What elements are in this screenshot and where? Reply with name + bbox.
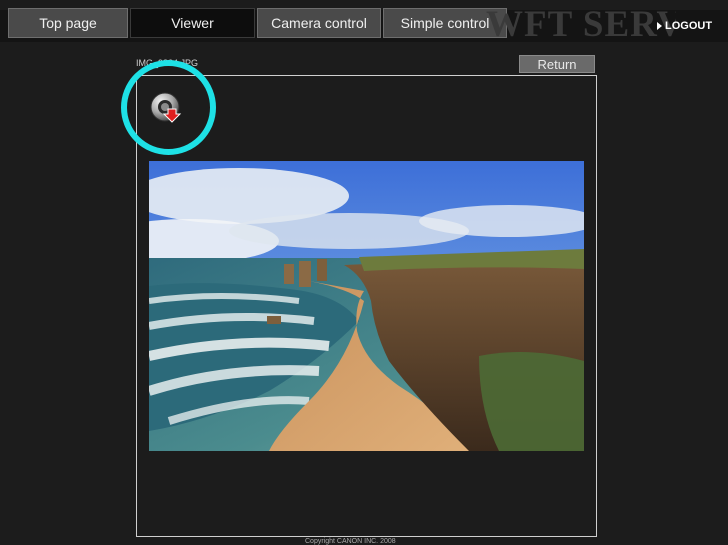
brand-logo: WFT SERVER [486,8,676,42]
highlight-circle [121,60,216,155]
landscape-image [149,161,584,451]
logout-link[interactable]: LOGOUT [657,16,712,36]
tab-viewer[interactable]: Viewer [130,8,255,38]
play-arrow-icon [657,22,662,30]
tab-camera-control[interactable]: Camera control [257,8,381,38]
copyright-text: Copyright CANON INC. 2008 [305,538,396,545]
photo-display [149,161,584,451]
tab-top-page[interactable]: Top page [8,8,128,38]
logout-label: LOGOUT [665,20,713,32]
return-button[interactable]: Return [519,55,595,73]
